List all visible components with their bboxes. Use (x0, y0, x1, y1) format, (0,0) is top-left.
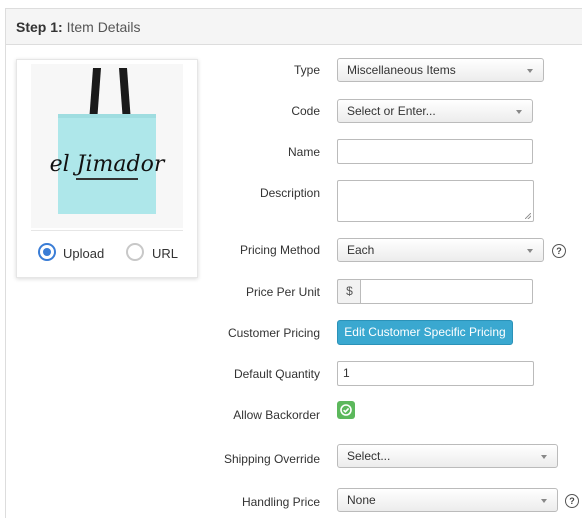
name-label: Name (287, 145, 320, 159)
check-icon (340, 404, 352, 416)
help-icon[interactable]: ? (565, 494, 579, 508)
pricing-method-label: Pricing Method (239, 243, 320, 257)
price-per-unit-input[interactable] (360, 279, 533, 304)
type-select-value: Miscellaneous Items (347, 63, 456, 77)
pricing-method-value: Each (347, 243, 375, 257)
panel-header: Step 1: Item Details (6, 9, 582, 45)
image-divider (31, 230, 183, 231)
code-select[interactable]: Select or Enter... (337, 99, 533, 123)
handling-price-label: Handling Price (241, 495, 320, 509)
shipping-override-value: Select... (347, 449, 391, 463)
description-textarea[interactable] (337, 180, 534, 222)
step-label: Step 1: (16, 19, 63, 35)
resize-handle-icon[interactable] (525, 213, 531, 219)
upload-radio[interactable] (38, 243, 56, 261)
shipping-override-select[interactable]: Select... (337, 444, 558, 468)
customer-pricing-label: Customer Pricing (227, 326, 320, 340)
shipping-override-label: Shipping Override (223, 452, 320, 466)
allow-backorder-label: Allow Backorder (233, 408, 320, 422)
allow-backorder-checkbox[interactable] (337, 401, 355, 419)
currency-addon: $ (337, 279, 361, 304)
default-quantity-input[interactable]: 1 (337, 361, 534, 386)
description-label: Description (259, 186, 320, 200)
chevron-down-icon (541, 455, 547, 459)
default-quantity-label: Default Quantity (233, 367, 320, 381)
name-input[interactable] (337, 139, 533, 164)
price-per-unit-label: Price Per Unit (245, 285, 320, 299)
chevron-down-icon (527, 69, 533, 73)
pricing-method-select[interactable]: Each (337, 238, 544, 262)
chevron-down-icon (541, 499, 547, 503)
code-select-value: Select or Enter... (347, 104, 436, 118)
code-label: Code (291, 104, 320, 118)
edit-customer-pricing-button[interactable]: Edit Customer Specific Pricing (337, 320, 513, 345)
panel-title: Item Details (66, 19, 141, 35)
handling-price-value: None (347, 493, 376, 507)
handling-price-select[interactable]: None (337, 488, 558, 512)
chevron-down-icon (527, 249, 533, 253)
type-select[interactable]: Miscellaneous Items (337, 58, 544, 82)
help-icon[interactable]: ? (552, 244, 566, 258)
upload-radio-label: Upload (63, 246, 105, 261)
chevron-down-icon (516, 110, 522, 114)
type-label: Type (293, 63, 320, 77)
